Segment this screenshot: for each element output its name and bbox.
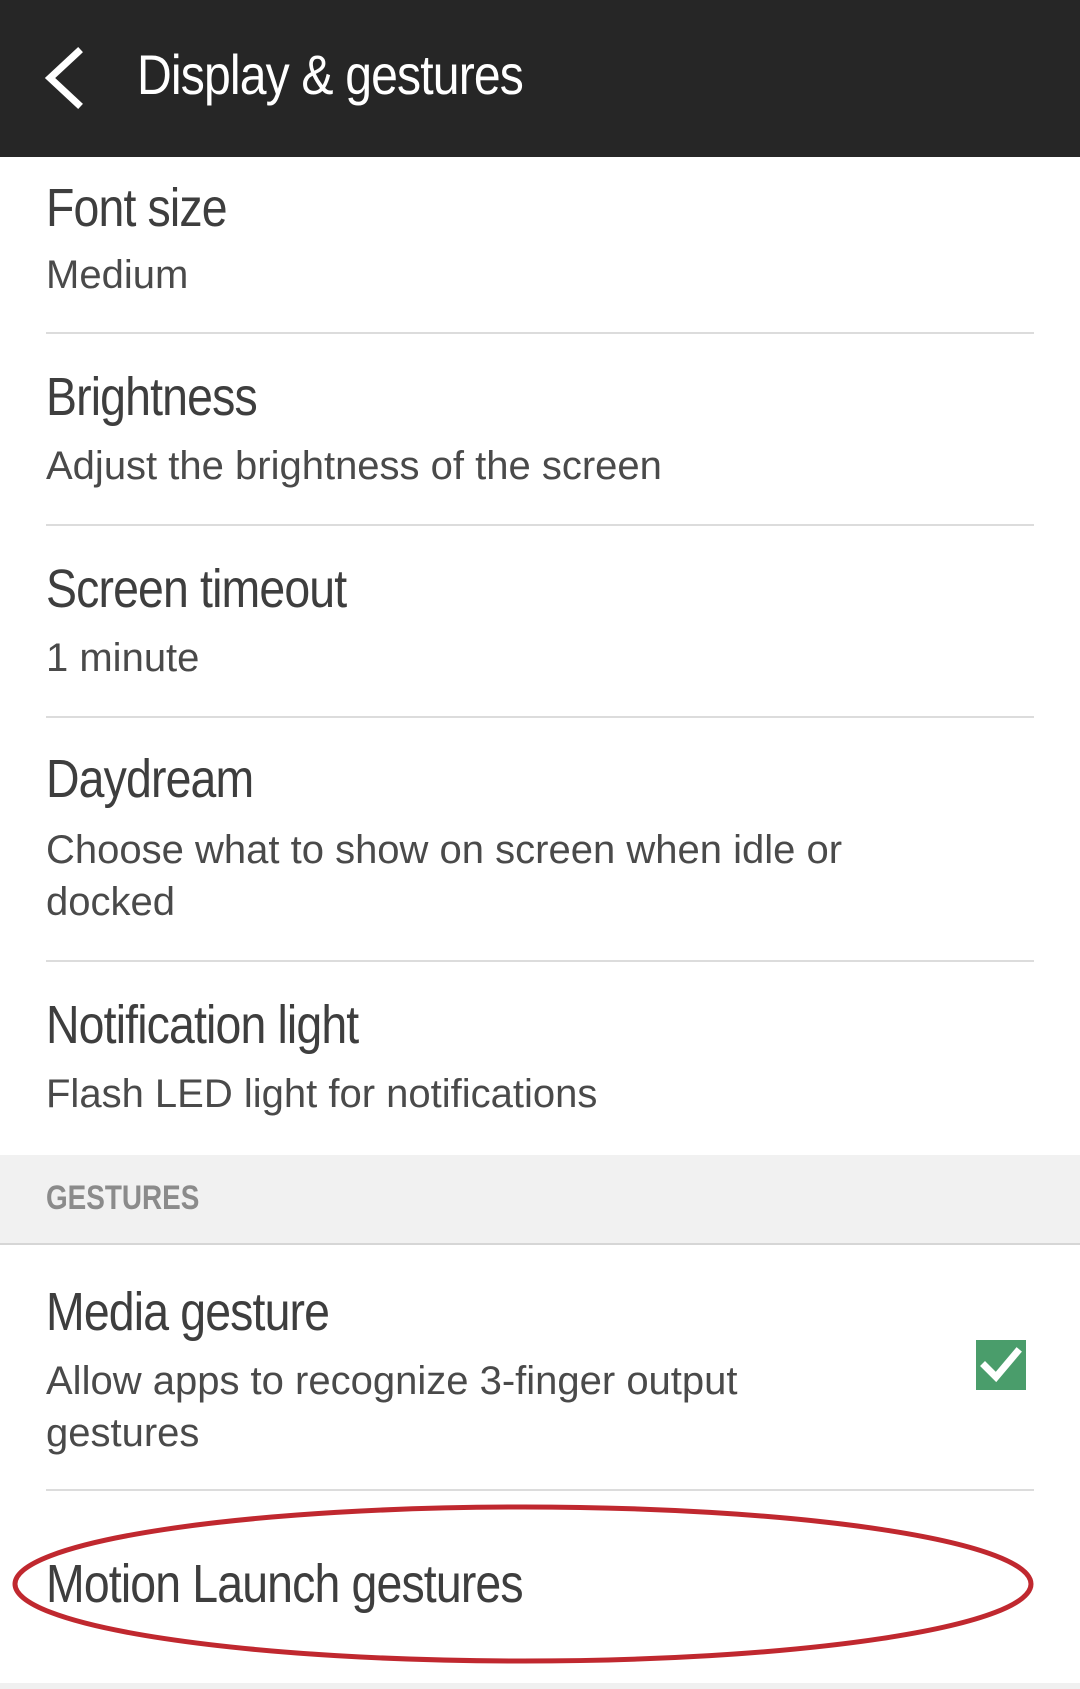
- back-button[interactable]: [40, 46, 100, 110]
- setting-title: Screen timeout: [46, 559, 347, 619]
- setting-subtitle: Flash LED light for notifications: [46, 1072, 598, 1116]
- setting-font-size[interactable]: Font size Medium: [0, 157, 1080, 333]
- setting-title: Media gesture: [46, 1282, 330, 1342]
- section-label: GESTURES: [46, 1179, 200, 1217]
- setting-title: Motion Launch gestures: [46, 1554, 524, 1614]
- checkmark-icon: [980, 1347, 1022, 1383]
- setting-daydream[interactable]: Daydream Choose what to show on screen w…: [0, 718, 1080, 960]
- setting-title: Brightness: [46, 367, 258, 427]
- setting-subtitle-line1: Allow apps to recognize 3-finger output: [46, 1359, 738, 1403]
- media-gesture-checkbox[interactable]: [976, 1340, 1026, 1390]
- setting-subtitle: Adjust the brightness of the screen: [46, 444, 662, 488]
- setting-title: Notification light: [46, 995, 359, 1055]
- setting-subtitle-line1: Choose what to show on screen when idle …: [46, 828, 843, 872]
- setting-media-gesture[interactable]: Media gesture Allow apps to recognize 3-…: [0, 1245, 1080, 1488]
- setting-subtitle-line2: gestures: [46, 1411, 200, 1455]
- setting-title: Daydream: [46, 749, 254, 809]
- section-header-gestures: GESTURES: [0, 1155, 1080, 1245]
- setting-title: Font size: [46, 178, 228, 238]
- setting-subtitle-line2: docked: [46, 880, 175, 924]
- setting-notification-light[interactable]: Notification light Flash LED light for n…: [0, 962, 1080, 1155]
- page-title: Display & gestures: [137, 43, 524, 106]
- setting-brightness[interactable]: Brightness Adjust the brightness of the …: [0, 334, 1080, 524]
- setting-motion-launch-gestures[interactable]: Motion Launch gestures: [0, 1491, 1080, 1683]
- setting-subtitle: Medium: [46, 253, 189, 297]
- setting-screen-timeout[interactable]: Screen timeout 1 minute: [0, 526, 1080, 716]
- setting-subtitle: 1 minute: [46, 636, 200, 680]
- chevron-left-icon: [44, 47, 83, 109]
- app-bar: Display & gestures: [0, 0, 1080, 157]
- bottom-strip: [0, 1683, 1080, 1689]
